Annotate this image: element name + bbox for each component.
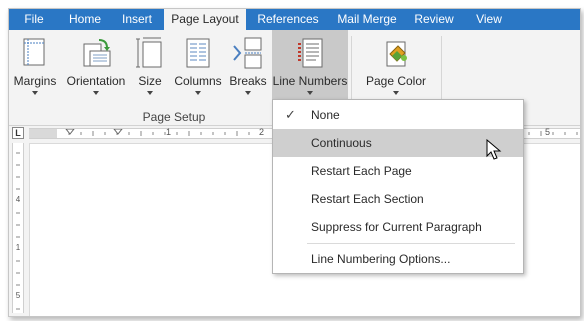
- menu-item-label: Line Numbering Options...: [311, 252, 451, 266]
- menu-item-label: Restart Each Page: [311, 164, 412, 178]
- breaks-icon: [233, 37, 262, 69]
- ruler-number: 4: [15, 195, 21, 204]
- menu-item-restart-each-page[interactable]: Restart Each Page: [273, 157, 523, 185]
- word-processor-window: File Home Insert Page Layout References …: [8, 8, 581, 317]
- menu-item-label: Suppress for Current Paragraph: [311, 220, 482, 234]
- columns-icon: [186, 38, 210, 68]
- menu-item-line-numbering-options[interactable]: Line Numbering Options...: [273, 245, 523, 273]
- size-label: Size: [138, 74, 162, 88]
- margins-label: Margins: [13, 74, 57, 88]
- tab-mail-merge[interactable]: Mail Merge: [331, 9, 403, 30]
- menu-item-none[interactable]: ✓ None: [273, 101, 523, 129]
- ruler-number: 5: [15, 291, 21, 300]
- chevron-down-icon: [195, 91, 201, 95]
- vertical-ruler[interactable]: 4 1 5: [12, 143, 24, 313]
- tab-references[interactable]: References: [249, 9, 327, 30]
- tab-file[interactable]: File: [9, 9, 59, 30]
- size-icon: [136, 37, 162, 68]
- chevron-down-icon: [307, 91, 313, 95]
- breaks-button[interactable]: Breaks: [227, 33, 269, 99]
- line-numbers-dropdown-menu: ✓ None Continuous Restart Each Page Rest…: [272, 99, 524, 274]
- tab-selector[interactable]: L: [12, 127, 24, 139]
- tab-view[interactable]: View: [465, 9, 513, 30]
- chevron-down-icon: [245, 91, 251, 95]
- menu-item-suppress-current-paragraph[interactable]: Suppress for Current Paragraph: [273, 213, 523, 241]
- size-button[interactable]: Size: [133, 33, 167, 99]
- chevron-down-icon: [32, 91, 38, 95]
- tab-insert[interactable]: Insert: [111, 9, 163, 30]
- line-numbers-icon: [298, 38, 323, 68]
- columns-button[interactable]: Columns: [171, 33, 225, 99]
- columns-label: Columns: [174, 74, 222, 88]
- menu-item-label: Restart Each Section: [311, 192, 424, 206]
- margins-icon: [23, 38, 45, 66]
- orientation-button[interactable]: Orientation: [61, 33, 131, 99]
- mouse-pointer-icon: [486, 139, 502, 160]
- menu-item-restart-each-section[interactable]: Restart Each Section: [273, 185, 523, 213]
- ruler-number: 1: [15, 243, 21, 252]
- menu-item-label: None: [311, 108, 340, 122]
- margins-button[interactable]: Margins: [11, 33, 59, 99]
- menu-item-label: Continuous: [311, 136, 372, 150]
- menu-separator: [307, 243, 515, 244]
- ruler-number: 5: [545, 127, 551, 137]
- orientation-label: Orientation: [66, 74, 126, 88]
- tab-review[interactable]: Review: [407, 9, 461, 30]
- tab-page-layout[interactable]: Page Layout: [164, 9, 246, 31]
- line-numbers-label: Line Numbers: [272, 74, 348, 88]
- page-color-icon: [386, 41, 407, 67]
- vertical-ruler-ticks: [16, 152, 20, 310]
- chevron-down-icon: [393, 91, 399, 95]
- group-caption-page-setup: Page Setup: [142, 110, 206, 124]
- tab-home[interactable]: Home: [59, 9, 111, 30]
- page-color-button[interactable]: Page Color: [361, 33, 431, 99]
- line-numbers-button[interactable]: Line Numbers: [272, 30, 348, 99]
- ruler-number: 2: [259, 127, 265, 137]
- chevron-down-icon: [147, 91, 153, 95]
- orientation-icon: [83, 39, 111, 67]
- ribbon-tab-bar: File Home Insert Page Layout References …: [9, 9, 580, 31]
- page-color-label: Page Color: [365, 74, 427, 88]
- chevron-down-icon: [93, 91, 99, 95]
- breaks-label: Breaks: [229, 74, 267, 88]
- ruler-number: 1: [166, 127, 172, 137]
- checkmark-icon: ✓: [285, 107, 296, 122]
